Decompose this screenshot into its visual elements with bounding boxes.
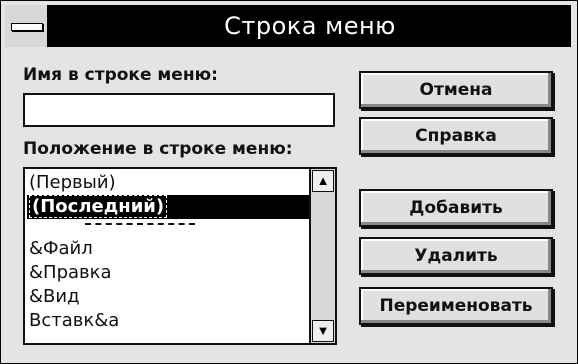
help-button[interactable]: Справка (359, 117, 553, 155)
list-separator (85, 223, 195, 225)
rename-button[interactable]: Переименовать (359, 287, 553, 325)
position-listbox[interactable]: (Первый) (Последний) &Файл &Правка &Вид … (23, 167, 337, 345)
list-item-view[interactable]: &Вид (27, 285, 309, 309)
system-menu-icon[interactable] (5, 5, 49, 47)
list-item-insert[interactable]: Вставк&а (27, 309, 309, 333)
delete-button[interactable]: Удалить (359, 237, 553, 275)
title-bar: Строка меню (5, 5, 571, 47)
cancel-button[interactable]: Отмена (359, 71, 553, 109)
list-item-edit[interactable]: &Правка (27, 261, 309, 285)
list-item-first[interactable]: (Первый) (27, 171, 309, 195)
menu-bar-dialog: Строка меню Имя в строке меню: Положение… (0, 0, 578, 364)
down-arrow-icon[interactable]: ▼ (312, 320, 334, 342)
menu-name-input[interactable] (23, 93, 335, 127)
up-arrow-icon[interactable]: ▲ (312, 170, 334, 192)
dialog-title: Строка меню (224, 12, 396, 40)
list-item-file[interactable]: &Файл (27, 237, 309, 261)
position-label: Положение в строке меню: (23, 139, 293, 159)
list-scrollbar[interactable]: ▲ ▼ (309, 169, 335, 343)
list-item-last[interactable]: (Последний) (27, 195, 309, 219)
add-button[interactable]: Добавить (359, 189, 553, 227)
name-label: Имя в строке меню: (23, 65, 218, 85)
